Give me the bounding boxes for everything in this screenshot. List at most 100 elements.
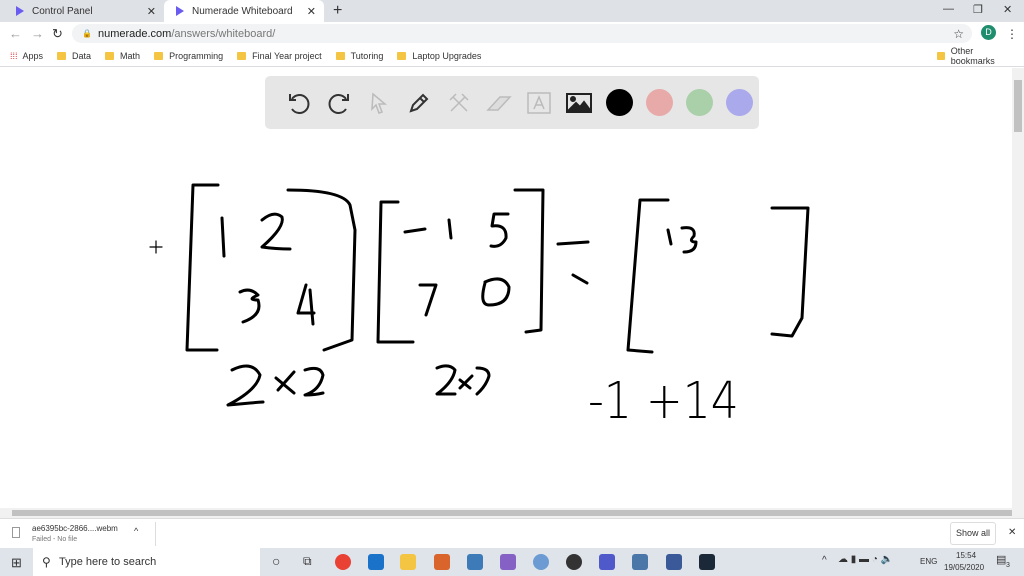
text-icon bbox=[527, 91, 551, 114]
folder-icon bbox=[154, 51, 164, 60]
chrome-icon[interactable] bbox=[335, 554, 351, 570]
lock-icon: 🔒 bbox=[82, 29, 92, 38]
tab-numerade-whiteboard[interactable]: Numerade Whiteboard ✕ bbox=[164, 0, 324, 22]
bookmark-math[interactable]: Math bbox=[105, 51, 140, 61]
matlab-icon[interactable] bbox=[434, 554, 450, 570]
bookmarks-bar: ⁞⁞⁞ Apps Data Math Programming Final Year… bbox=[0, 45, 1024, 67]
close-window-button[interactable]: ✕ bbox=[1003, 3, 1012, 16]
color-swatch bbox=[685, 89, 713, 116]
horizontal-scrollbar[interactable] bbox=[0, 508, 1024, 518]
tab-strip: Control Panel ✕ Numerade Whiteboard ✕ + — … bbox=[0, 0, 1024, 22]
bookmark-apps[interactable]: ⁞⁞⁞ Apps bbox=[10, 51, 43, 61]
steam-icon[interactable] bbox=[699, 554, 715, 570]
maximize-button[interactable]: ❐ bbox=[973, 3, 983, 16]
tools-button[interactable] bbox=[439, 83, 479, 123]
avatar[interactable]: D bbox=[981, 25, 996, 40]
download-bar: ae6395bc-2866....webm Failed - No file ^… bbox=[0, 518, 1024, 548]
github-icon[interactable] bbox=[566, 554, 582, 570]
whiteboard-canvas[interactable] bbox=[0, 68, 1012, 508]
image-tool[interactable] bbox=[559, 83, 599, 123]
task-view-icon[interactable]: ⧉ bbox=[303, 554, 312, 569]
folder-icon bbox=[57, 51, 67, 60]
numerade-logo-icon bbox=[176, 6, 184, 16]
cortana-icon[interactable]: ○ bbox=[272, 553, 280, 569]
folder-icon bbox=[335, 51, 345, 60]
whiteboard-toolbar bbox=[265, 76, 759, 129]
reload-button[interactable]: ↻ bbox=[52, 26, 63, 42]
redo-icon bbox=[328, 93, 349, 114]
download-filename[interactable]: ae6395bc-2866....webm bbox=[32, 524, 118, 533]
eraser-tool[interactable] bbox=[479, 83, 519, 123]
clock-date[interactable]: 19/05/2020 bbox=[944, 563, 984, 572]
clock-time[interactable]: 15:54 bbox=[956, 551, 976, 560]
text-tool[interactable] bbox=[519, 83, 559, 123]
other-bookmarks[interactable]: Other bookmarks bbox=[937, 46, 1010, 66]
color-swatch bbox=[645, 89, 673, 116]
eraser-icon bbox=[486, 95, 512, 111]
show-all-button[interactable]: Show all bbox=[950, 522, 996, 545]
color-swatch bbox=[605, 89, 633, 116]
image-icon bbox=[566, 92, 592, 113]
apps-grid-icon: ⁞⁞⁞ bbox=[10, 50, 18, 61]
minimize-button[interactable]: — bbox=[943, 3, 954, 15]
folder-icon bbox=[105, 51, 115, 60]
file-icon bbox=[12, 527, 20, 538]
close-tab-icon[interactable]: ✕ bbox=[147, 5, 156, 18]
redo-button[interactable] bbox=[319, 83, 359, 123]
numerade-logo-icon bbox=[16, 6, 24, 16]
pen-icon bbox=[409, 93, 429, 113]
url-input[interactable]: 🔒 numerade.com/answers/whiteboard/☆ bbox=[72, 24, 972, 43]
bookmark-tutoring[interactable]: Tutoring bbox=[335, 51, 383, 61]
scrollbar-thumb[interactable] bbox=[1014, 80, 1022, 132]
vertical-scrollbar[interactable] bbox=[1012, 68, 1024, 508]
undo-button[interactable] bbox=[279, 83, 319, 123]
scrollbar-thumb[interactable] bbox=[12, 510, 1012, 516]
visual-studio-icon[interactable] bbox=[500, 554, 516, 570]
folder-icon bbox=[937, 51, 945, 60]
taskbar: ⊞ ⚲ Type here to search ○ ⧉ ^ ☁ ▮ ▬ ◔ 🔈 E… bbox=[0, 548, 1024, 576]
divider bbox=[155, 522, 156, 546]
back-button[interactable]: ← bbox=[9, 26, 22, 41]
color-black[interactable] bbox=[599, 83, 639, 123]
language-indicator[interactable]: ENG bbox=[920, 557, 937, 566]
tab-control-panel[interactable]: Control Panel ✕ bbox=[4, 0, 164, 22]
bookmark-laptop-upgrades[interactable]: Laptop Upgrades bbox=[397, 51, 481, 61]
bookmark-star-icon[interactable]: ☆ bbox=[953, 27, 964, 41]
color-green[interactable] bbox=[679, 83, 719, 123]
close-tab-icon[interactable]: ✕ bbox=[307, 5, 316, 18]
select-icon bbox=[371, 91, 388, 114]
python-icon[interactable] bbox=[467, 554, 483, 570]
teams-icon[interactable] bbox=[599, 554, 615, 570]
select-tool[interactable] bbox=[359, 83, 399, 123]
folder-icon bbox=[397, 51, 407, 60]
bookmark-final-year-project[interactable]: Final Year project bbox=[237, 51, 322, 61]
undo-icon bbox=[289, 93, 310, 114]
tools-icon bbox=[449, 92, 469, 112]
app-icon[interactable] bbox=[632, 554, 648, 570]
menu-icon[interactable]: ⋮ bbox=[1006, 27, 1018, 41]
windows-start-icon[interactable]: ⊞ bbox=[11, 555, 22, 571]
address-bar-row: ← → ↻ 🔒 numerade.com/answers/whiteboard/☆… bbox=[0, 22, 1024, 45]
tray-icons[interactable]: ☁ ▮ ▬ ◔ 🔈 bbox=[838, 554, 893, 565]
taskbar-search-input[interactable]: ⚲ Type here to search bbox=[33, 548, 260, 576]
notification-count: 3 bbox=[1006, 562, 1010, 569]
download-status: Failed - No file bbox=[32, 536, 78, 543]
bookmark-programming[interactable]: Programming bbox=[154, 51, 223, 61]
folder-icon bbox=[237, 51, 247, 60]
bookmark-data[interactable]: Data bbox=[57, 51, 91, 61]
chevron-up-icon[interactable]: ^ bbox=[134, 526, 138, 536]
tray-chevron-icon[interactable]: ^ bbox=[822, 555, 827, 566]
handwriting-drawing bbox=[149, 183, 810, 407]
recorder-icon[interactable] bbox=[666, 554, 682, 570]
file-explorer-icon[interactable] bbox=[400, 554, 416, 570]
notification-icon[interactable]: ▤ bbox=[996, 553, 1006, 566]
r-icon[interactable] bbox=[533, 554, 549, 570]
new-tab-button[interactable]: + bbox=[333, 2, 342, 20]
color-red[interactable] bbox=[639, 83, 679, 123]
handwritten-label-sum: -1 +14 bbox=[588, 372, 739, 431]
color-blue[interactable] bbox=[719, 83, 759, 123]
pen-tool[interactable] bbox=[399, 83, 439, 123]
close-download-bar-icon[interactable]: ✕ bbox=[1008, 527, 1016, 538]
mail-icon[interactable] bbox=[368, 554, 384, 570]
forward-button[interactable]: → bbox=[31, 26, 44, 41]
